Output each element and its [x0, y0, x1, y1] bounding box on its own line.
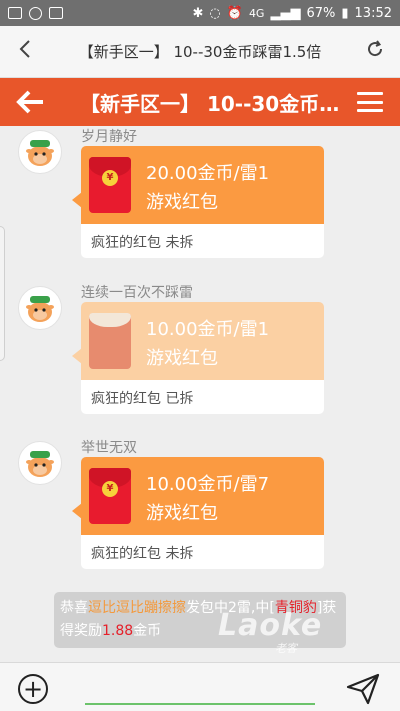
input-bar: + — [0, 662, 400, 711]
send-icon[interactable] — [345, 672, 381, 706]
notice-amount: 1.88 — [102, 623, 134, 639]
red-packet[interactable]: ¥ 10.00金币/雷7 游戏红包 疯狂的红包 未拆 — [72, 457, 324, 569]
gallery-notification-icon — [49, 7, 63, 19]
red-packet[interactable]: ¥ 20.00金币/雷1 游戏红包 疯狂的红包 未拆 — [72, 146, 324, 258]
cow-avatar-icon — [26, 451, 54, 477]
status-bar: ✱ ◌ ⏰ 4G ▂▄▆ 67% ▮ 13:52 — [0, 0, 400, 26]
packet-status: 疯狂的红包 已拆 — [81, 380, 324, 414]
signal-icon: ▂▄▆ — [270, 5, 301, 21]
menu-icon[interactable] — [340, 92, 400, 112]
chat-area[interactable]: 岁月静好 ¥ 20.00金币/雷1 游戏红包 疯狂的红包 未拆 连续一百次不踩雷… — [0, 126, 400, 662]
battery-icon: ▮ — [341, 5, 349, 21]
packet-amount: 10.00金币/雷1 — [146, 319, 270, 340]
watermark-logo: Laoke — [218, 608, 323, 643]
sender-name: 举世无双 — [81, 440, 137, 456]
avatar[interactable] — [18, 286, 62, 330]
packet-status: 疯狂的红包 未拆 — [81, 224, 324, 258]
opened-envelope-icon — [89, 313, 131, 369]
packet-type: 游戏红包 — [146, 503, 218, 524]
mute-icon: ◌ — [209, 5, 221, 21]
battery-percent: 67% — [306, 5, 336, 21]
plus-icon[interactable]: + — [18, 674, 48, 704]
cow-avatar-icon — [26, 140, 54, 166]
bluetooth-icon: ✱ — [192, 5, 204, 21]
refresh-icon[interactable] — [350, 39, 400, 64]
network-type: 4G — [248, 6, 265, 20]
notice-sender: 逗比逗比蹦擦擦 — [88, 600, 186, 616]
red-envelope-icon: ¥ — [89, 157, 131, 213]
sender-name: 岁月静好 — [81, 129, 137, 145]
avatar[interactable] — [18, 130, 62, 174]
app-notification-icon — [29, 6, 42, 20]
app-header: 【新手区一】 10--30金币踩雷1.5倍 — [0, 78, 400, 126]
red-envelope-icon: ¥ — [89, 468, 131, 524]
status-notifications — [8, 6, 63, 20]
packet-type: 游戏红包 — [146, 348, 218, 369]
status-indicators: ✱ ◌ ⏰ 4G ▂▄▆ 67% ▮ 13:52 — [193, 6, 393, 21]
watermark-sub: 老客 — [275, 642, 297, 655]
page-title: 【新手区一】 10--30金币踩雷1.5倍 — [80, 91, 340, 116]
packet-type: 游戏红包 — [146, 192, 218, 213]
side-drawer-handle[interactable] — [0, 226, 5, 361]
cow-avatar-icon — [26, 296, 54, 322]
message-input[interactable] — [85, 673, 315, 705]
packet-status: 疯狂的红包 未拆 — [81, 535, 324, 569]
packet-amount: 10.00金币/雷7 — [146, 474, 270, 495]
red-packet[interactable]: 10.00金币/雷1 游戏红包 疯狂的红包 已拆 — [72, 302, 324, 414]
arrow-left-icon[interactable] — [0, 90, 60, 114]
browser-title: 【新手区一】 10--30金币踩雷1.5倍 — [78, 43, 322, 61]
avatar[interactable] — [18, 441, 62, 485]
image-notification-icon — [8, 7, 22, 19]
sender-name: 连续一百次不踩雷 — [81, 285, 193, 301]
chevron-left-icon[interactable] — [0, 39, 50, 65]
alarm-icon: ⏰ — [226, 5, 243, 21]
browser-toolbar: 【新手区一】 10--30金币踩雷1.5倍 — [0, 26, 400, 78]
clock: 13:52 — [354, 5, 392, 21]
packet-amount: 20.00金币/雷1 — [146, 163, 270, 184]
